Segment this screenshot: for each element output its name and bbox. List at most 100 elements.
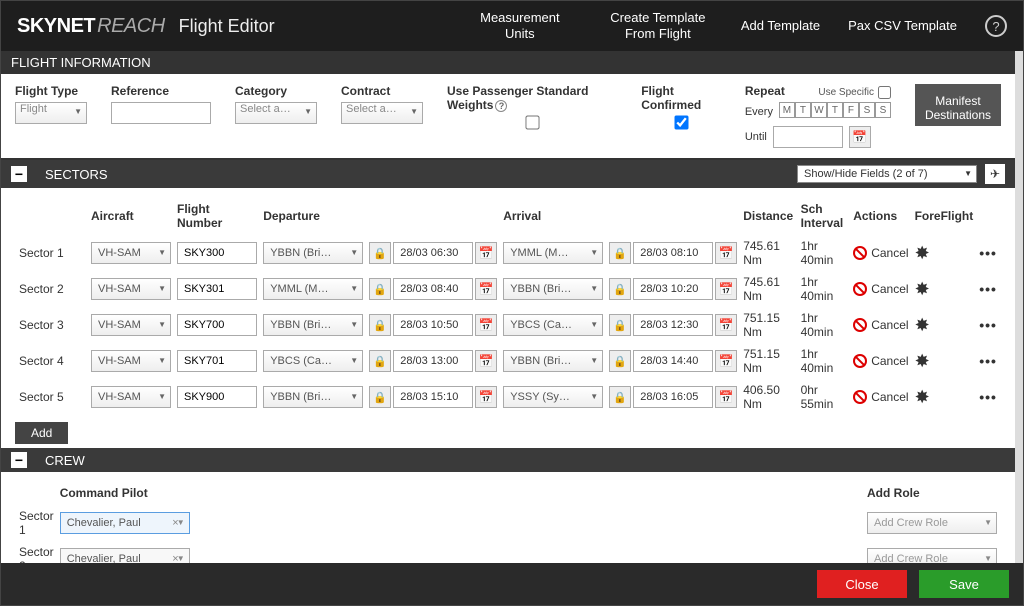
calendar-icon[interactable]: 📅 bbox=[715, 386, 737, 408]
add-crew-role-select[interactable]: Add Crew Role bbox=[867, 512, 997, 534]
cancel-button[interactable]: Cancel bbox=[853, 282, 908, 296]
departure-time-input[interactable]: 28/03 06:30 bbox=[393, 242, 473, 264]
lock-icon[interactable]: 🔒 bbox=[609, 278, 631, 300]
repeat-days[interactable]: MTWTFSS bbox=[779, 102, 891, 118]
foreflight-icon[interactable]: ✸ bbox=[915, 351, 930, 371]
arrival-time-input[interactable]: 28/03 16:05 bbox=[633, 386, 713, 408]
more-icon[interactable]: ••• bbox=[979, 281, 997, 297]
add-sector-button[interactable]: Add bbox=[15, 422, 68, 444]
nav-create-template[interactable]: Create Template From Flight bbox=[603, 10, 713, 41]
clear-icon[interactable]: × bbox=[168, 517, 182, 529]
lock-icon[interactable]: 🔒 bbox=[609, 242, 631, 264]
flight-confirmed-checkbox[interactable] bbox=[674, 115, 688, 129]
flight-number-input[interactable] bbox=[177, 314, 257, 336]
category-select[interactable]: Select a… bbox=[235, 102, 317, 124]
reference-input[interactable] bbox=[111, 102, 211, 124]
aircraft-select[interactable]: VH-SAM bbox=[91, 314, 171, 336]
foreflight-icon[interactable]: ✸ bbox=[915, 243, 930, 263]
contract-select[interactable]: Select a… bbox=[341, 102, 423, 124]
cancel-button[interactable]: Cancel bbox=[853, 318, 908, 332]
cancel-button[interactable]: Cancel bbox=[853, 246, 908, 260]
calendar-icon[interactable]: 📅 bbox=[715, 278, 737, 300]
arrival-time-input[interactable]: 28/03 12:30 bbox=[633, 314, 713, 336]
info-icon[interactable]: ? bbox=[495, 100, 507, 112]
calendar-icon[interactable]: 📅 bbox=[475, 242, 497, 264]
flight-type-select[interactable]: Flight bbox=[15, 102, 87, 124]
departure-port-select[interactable]: YBBN (Bri… bbox=[263, 386, 363, 408]
collapse-icon[interactable]: − bbox=[11, 166, 27, 182]
departure-port-select[interactable]: YBBN (Bri… bbox=[263, 314, 363, 336]
arrival-port-select[interactable]: YMML (M… bbox=[503, 242, 603, 264]
nav-pax-csv-template[interactable]: Pax CSV Template bbox=[848, 18, 957, 34]
arrival-port-select[interactable]: YSSY (Sy… bbox=[503, 386, 603, 408]
arrival-time-input[interactable]: 28/03 08:10 bbox=[633, 242, 713, 264]
cancel-button[interactable]: Cancel bbox=[853, 354, 908, 368]
lock-icon[interactable]: 🔒 bbox=[369, 314, 391, 336]
foreflight-icon[interactable]: ✸ bbox=[915, 279, 930, 299]
nav-measurement-units[interactable]: Measurement Units bbox=[465, 10, 575, 41]
help-icon[interactable]: ? bbox=[985, 15, 1007, 37]
calendar-icon[interactable]: 📅 bbox=[475, 278, 497, 300]
aircraft-select[interactable]: VH-SAM bbox=[91, 278, 171, 300]
calendar-icon[interactable]: 📅 bbox=[715, 350, 737, 372]
repeat-day[interactable]: W bbox=[811, 102, 827, 118]
collapse-icon[interactable]: − bbox=[11, 452, 27, 468]
content-scroll[interactable]: FLIGHT INFORMATION Flight Type Flight Re… bbox=[1, 51, 1023, 563]
flight-number-input[interactable] bbox=[177, 278, 257, 300]
lock-icon[interactable]: 🔒 bbox=[609, 314, 631, 336]
departure-time-input[interactable]: 28/03 13:00 bbox=[393, 350, 473, 372]
until-input[interactable] bbox=[773, 126, 843, 148]
arrival-time-input[interactable]: 28/03 14:40 bbox=[633, 350, 713, 372]
more-icon[interactable]: ••• bbox=[979, 317, 997, 333]
more-icon[interactable]: ••• bbox=[979, 389, 997, 405]
repeat-day[interactable]: F bbox=[843, 102, 859, 118]
more-icon[interactable]: ••• bbox=[979, 353, 997, 369]
clear-icon[interactable]: × bbox=[168, 553, 182, 563]
departure-time-input[interactable]: 28/03 08:40 bbox=[393, 278, 473, 300]
repeat-day[interactable]: S bbox=[859, 102, 875, 118]
calendar-icon[interactable]: 📅 bbox=[715, 242, 737, 264]
aircraft-select[interactable]: VH-SAM bbox=[91, 242, 171, 264]
lock-icon[interactable]: 🔒 bbox=[609, 386, 631, 408]
more-icon[interactable]: ••• bbox=[979, 245, 997, 261]
aircraft-select[interactable]: VH-SAM bbox=[91, 386, 171, 408]
lock-icon[interactable]: 🔒 bbox=[369, 350, 391, 372]
departure-time-input[interactable]: 28/03 15:10 bbox=[393, 386, 473, 408]
foreflight-icon[interactable]: ✸ bbox=[915, 315, 930, 335]
departure-time-input[interactable]: 28/03 10:50 bbox=[393, 314, 473, 336]
departure-port-select[interactable]: YMML (M… bbox=[263, 278, 363, 300]
use-specific-checkbox[interactable] bbox=[878, 86, 891, 99]
lock-icon[interactable]: 🔒 bbox=[369, 242, 391, 264]
repeat-day[interactable]: T bbox=[827, 102, 843, 118]
show-hide-fields-select[interactable]: Show/Hide Fields (2 of 7) bbox=[797, 165, 977, 183]
save-button[interactable]: Save bbox=[919, 570, 1009, 598]
add-crew-role-select[interactable]: Add Crew Role bbox=[867, 548, 997, 563]
use-pax-checkbox[interactable] bbox=[525, 115, 539, 129]
calendar-icon[interactable]: 📅 bbox=[715, 314, 737, 336]
nav-add-template[interactable]: Add Template bbox=[741, 18, 820, 34]
flight-number-input[interactable] bbox=[177, 386, 257, 408]
command-pilot-select[interactable]: Chevalier, Paul× bbox=[60, 548, 190, 563]
calendar-icon[interactable]: 📅 bbox=[475, 386, 497, 408]
repeat-day[interactable]: S bbox=[875, 102, 891, 118]
departure-port-select[interactable]: YBBN (Bri… bbox=[263, 242, 363, 264]
arrival-port-select[interactable]: YBBN (Bri… bbox=[503, 278, 603, 300]
foreflight-icon[interactable]: ✸ bbox=[915, 387, 930, 407]
flight-number-input[interactable] bbox=[177, 242, 257, 264]
arrival-time-input[interactable]: 28/03 10:20 bbox=[633, 278, 713, 300]
lock-icon[interactable]: 🔒 bbox=[369, 386, 391, 408]
arrival-port-select[interactable]: YBCS (Ca… bbox=[503, 314, 603, 336]
close-button[interactable]: Close bbox=[817, 570, 907, 598]
lock-icon[interactable]: 🔒 bbox=[369, 278, 391, 300]
repeat-day[interactable]: M bbox=[779, 102, 795, 118]
manifest-destinations-button[interactable]: Manifest Destinations bbox=[915, 84, 1001, 126]
command-pilot-select[interactable]: Chevalier, Paul× bbox=[60, 512, 190, 534]
repeat-day[interactable]: T bbox=[795, 102, 811, 118]
calendar-icon[interactable]: 📅 bbox=[849, 126, 871, 148]
cancel-button[interactable]: Cancel bbox=[853, 390, 908, 404]
calendar-icon[interactable]: 📅 bbox=[475, 314, 497, 336]
arrival-port-select[interactable]: YBBN (Bri… bbox=[503, 350, 603, 372]
aircraft-select[interactable]: VH-SAM bbox=[91, 350, 171, 372]
flight-number-input[interactable] bbox=[177, 350, 257, 372]
lock-icon[interactable]: 🔒 bbox=[609, 350, 631, 372]
